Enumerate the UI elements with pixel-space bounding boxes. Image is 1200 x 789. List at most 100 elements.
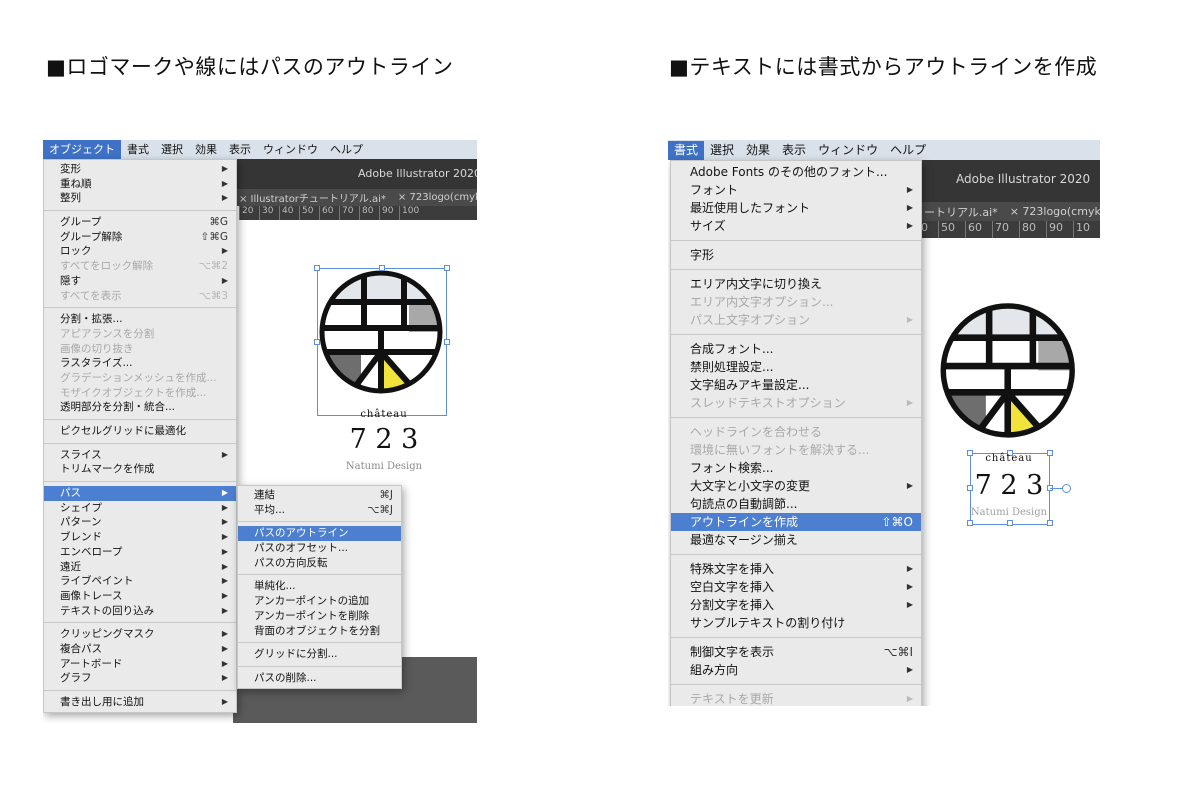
menu-item-重ね順[interactable]: 重ね順 ▶ xyxy=(44,177,236,192)
menu-item-クリッピングマスク[interactable]: クリッピングマスク ▶ xyxy=(44,627,236,642)
selection-handle[interactable] xyxy=(314,265,320,271)
menu-item-アートボード[interactable]: アートボード ▶ xyxy=(44,657,236,672)
menu-item-パスのアウトライン[interactable]: パスのアウトライン xyxy=(238,526,401,542)
menu-item-最近使用したフォント[interactable]: 最近使用したフォント ▶ xyxy=(671,199,921,217)
menu-item-大文字と小文字の変更[interactable]: 大文字と小文字の変更 ▶ xyxy=(671,477,921,495)
selection-handle[interactable] xyxy=(1047,450,1053,456)
menu-item-エンベロープ[interactable]: エンベロープ ▶ xyxy=(44,545,236,560)
menu-item-パスのオフセット[interactable]: パスのオフセット... xyxy=(238,541,401,556)
menubar-item[interactable]: 表示 xyxy=(776,141,812,160)
menu-item-ライブペイント[interactable]: ライブペイント ▶ xyxy=(44,574,236,589)
menu-item-合成フォント[interactable]: 合成フォント... xyxy=(671,340,921,358)
menu-item-パス[interactable]: パス ▶ xyxy=(44,486,236,501)
menu-item-複合パス[interactable]: 複合パス ▶ xyxy=(44,642,236,657)
menu-item-サンプルテキストの割り付け[interactable]: サンプルテキストの割り付け xyxy=(671,614,921,632)
menu-item-空白文字を挿入[interactable]: 空白文字を挿入 ▶ xyxy=(671,578,921,596)
document-tab[interactable]: × Illustratorチュートリアル.ai* xyxy=(233,190,392,205)
menu-item-パスの削除[interactable]: パスの削除... xyxy=(238,671,401,686)
menu-item-制御文字を表示[interactable]: 制御文字を表示 ⌥⌘I xyxy=(671,643,921,661)
document-tab[interactable]: × 723logo(cmyk).a xyxy=(1004,205,1100,218)
menu-item-パターン[interactable]: パターン ▶ xyxy=(44,515,236,530)
menu-item-label: 変形 xyxy=(60,163,81,175)
menu-item-整列[interactable]: 整列 ▶ xyxy=(44,191,236,206)
menu-item-分割文字を挿入[interactable]: 分割文字を挿入 ▶ xyxy=(671,596,921,614)
menu-item-グループ解除[interactable]: グループ解除 ⇧⌘G xyxy=(44,230,236,245)
menu-item-文字組みアキ量設定[interactable]: 文字組みアキ量設定... xyxy=(671,376,921,394)
menu-item-書き出し用に追加[interactable]: 書き出し用に追加 ▶ xyxy=(44,695,236,710)
menu-item-組み方向[interactable]: 組み方向 ▶ xyxy=(671,661,921,679)
document-tab[interactable]: ートリアル.ai* xyxy=(918,204,1004,220)
menu-item-透明部分を分割・統合[interactable]: 透明部分を分割・統合... xyxy=(44,400,236,415)
menu-item-連結[interactable]: 連結 ⌘J xyxy=(238,488,401,503)
menu-item-label: 平均... xyxy=(254,503,286,516)
menubar-item[interactable]: 書式 xyxy=(668,140,705,160)
submenu-arrow-icon: ▶ xyxy=(906,694,913,703)
selection-handle[interactable] xyxy=(379,265,385,271)
menu-item-句読点の自動調節[interactable]: 句読点の自動調節... xyxy=(671,495,921,513)
menubar-item[interactable]: 書式 xyxy=(121,140,155,159)
menu-separator xyxy=(238,665,401,667)
menubar-item[interactable]: ウィンドウ xyxy=(257,140,324,159)
menu-item-分割・拡張[interactable]: 分割・拡張... xyxy=(44,312,236,327)
selection-handle[interactable] xyxy=(967,520,973,526)
submenu-arrow-icon: ▶ xyxy=(221,178,228,188)
logo-mark[interactable] xyxy=(940,300,1082,442)
menu-item-すべてをロック解除: すべてをロック解除 ⌥⌘2 xyxy=(44,259,236,274)
menubar-item[interactable]: ウィンドウ xyxy=(812,141,884,160)
menubar-item[interactable]: 効果 xyxy=(740,141,776,160)
menu-item-画像トレース[interactable]: 画像トレース ▶ xyxy=(44,589,236,604)
submenu-arrow-icon: ▶ xyxy=(906,221,913,230)
selection-handle[interactable] xyxy=(444,265,450,271)
document-tab[interactable]: × 723logo(cmyk).a xyxy=(392,192,477,203)
menu-item-シェイプ[interactable]: シェイプ ▶ xyxy=(44,501,236,516)
menu-item-アンカーポイントの追加[interactable]: アンカーポイントの追加 xyxy=(238,594,401,609)
menu-item-ロック[interactable]: ロック ▶ xyxy=(44,244,236,259)
menubar-item[interactable]: 効果 xyxy=(189,140,223,159)
menu-item-遠近[interactable]: 遠近 ▶ xyxy=(44,560,236,575)
menu-item-グループ[interactable]: グループ ⌘G xyxy=(44,215,236,230)
menu-item-アウトラインを作成[interactable]: アウトラインを作成 ⇧⌘O xyxy=(671,513,921,531)
menu-item-テキストの回り込み[interactable]: テキストの回り込み ▶ xyxy=(44,604,236,619)
menubar-item[interactable]: ヘルプ xyxy=(884,141,932,160)
menu-item-エリア内文字に切り換え[interactable]: エリア内文字に切り換え xyxy=(671,275,921,293)
menubar-item[interactable]: 選択 xyxy=(155,140,189,159)
selection-handle[interactable] xyxy=(444,339,450,345)
menu-item-サイズ[interactable]: サイズ ▶ xyxy=(671,217,921,235)
menu-item-パスの方向反転[interactable]: パスの方向反転 xyxy=(238,556,401,571)
selection-handle[interactable] xyxy=(1047,520,1053,526)
menu-item-平均[interactable]: 平均... ⌥⌘J xyxy=(238,503,401,518)
menu-item-禁則処理設定[interactable]: 禁則処理設定... xyxy=(671,358,921,376)
menu-item-背面のオブジェクトを分割[interactable]: 背面のオブジェクトを分割 xyxy=(238,624,401,639)
menu-item-隠す[interactable]: 隠す ▶ xyxy=(44,274,236,289)
menu-item-label: 文字組みアキ量設定... xyxy=(690,378,810,392)
menu-item-ピクセルグリッドに最適化[interactable]: ピクセルグリッドに最適化 xyxy=(44,424,236,439)
baseline-handle[interactable] xyxy=(1062,484,1071,493)
menubar-item[interactable]: 選択 xyxy=(704,141,740,160)
menu-bar: オブジェクト 書式 選択 効果 表示 ウィンドウ ヘルプ xyxy=(43,140,477,159)
menu-item-字形[interactable]: 字形 xyxy=(671,246,921,264)
menu-item-変形[interactable]: 変形 ▶ xyxy=(44,162,236,177)
selection-handle[interactable] xyxy=(967,450,973,456)
menu-item-ブレンド[interactable]: ブレンド ▶ xyxy=(44,530,236,545)
menu-separator xyxy=(44,210,236,212)
menubar-item[interactable]: オブジェクト xyxy=(43,140,121,159)
selection-box xyxy=(317,268,447,416)
menu-item-ラスタライズ[interactable]: ラスタライズ... xyxy=(44,356,236,371)
menu-item-label: パスのオフセット... xyxy=(254,542,349,555)
menu-item-フォント検索[interactable]: フォント検索... xyxy=(671,459,921,477)
menu-item-トリムマークを作成[interactable]: トリムマークを作成 xyxy=(44,462,236,477)
menu-item-特殊文字を挿入[interactable]: 特殊文字を挿入 ▶ xyxy=(671,560,921,578)
menubar-item[interactable]: 表示 xyxy=(223,140,257,159)
menu-item-最適なマージン揃え[interactable]: 最適なマージン揃え xyxy=(671,531,921,549)
menu-item-フォント[interactable]: フォント ▶ xyxy=(671,181,921,199)
menu-item-単純化[interactable]: 単純化... xyxy=(238,579,401,594)
menu-item-adobe-fonts-のその他のフォント[interactable]: Adobe Fonts のその他のフォント... xyxy=(671,163,921,181)
selection-handle[interactable] xyxy=(1007,520,1013,526)
menu-item-グリッドに分割[interactable]: グリッドに分割... xyxy=(238,647,401,662)
menu-item-グラフ[interactable]: グラフ ▶ xyxy=(44,671,236,686)
selection-handle[interactable] xyxy=(314,339,320,345)
menu-item-スライス[interactable]: スライス ▶ xyxy=(44,448,236,463)
menu-item-label: アウトラインを作成 xyxy=(690,515,799,529)
menubar-item[interactable]: ヘルプ xyxy=(324,140,369,159)
menu-item-アンカーポイントを削除[interactable]: アンカーポイントを削除 xyxy=(238,609,401,624)
